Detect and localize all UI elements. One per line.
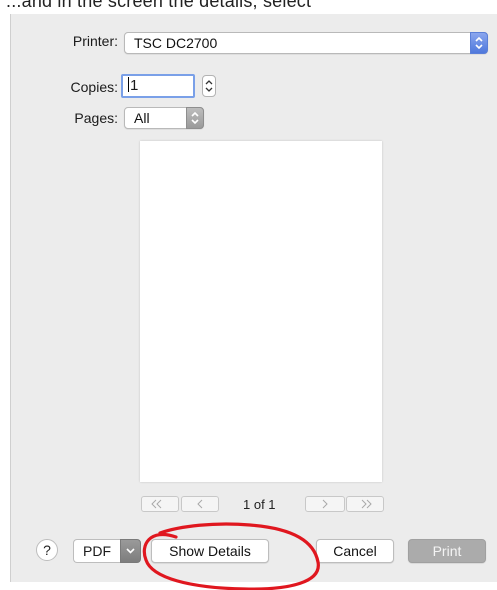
print-button[interactable]: Print <box>408 539 486 563</box>
text-caret <box>128 77 129 92</box>
cancel-button[interactable]: Cancel <box>316 539 394 563</box>
next-page-button[interactable] <box>305 496 345 512</box>
printer-select-arrows-icon <box>470 32 488 54</box>
printer-label: Printer: <box>72 33 118 49</box>
pages-label: Pages: <box>74 110 118 126</box>
copies-stepper[interactable] <box>202 75 216 97</box>
chevron-down-icon <box>126 548 135 554</box>
printer-select[interactable]: TSC DC2700 <box>124 32 488 54</box>
copies-input[interactable]: 1 <box>121 74 195 98</box>
first-page-button[interactable] <box>141 496 179 512</box>
stepper-arrows-icon <box>205 80 213 92</box>
last-page-button[interactable] <box>346 496 384 512</box>
pages-select-arrows-icon <box>186 107 204 129</box>
pdf-button-label: PDF <box>73 539 120 563</box>
pdf-menu-button[interactable]: PDF <box>73 539 141 563</box>
copies-value: 1 <box>130 77 139 94</box>
pages-value: All <box>134 110 150 126</box>
pages-select[interactable]: All <box>124 107 204 129</box>
help-icon: ? <box>43 542 51 558</box>
chevron-right-icon <box>322 499 328 509</box>
double-chevron-right-icon <box>361 499 372 509</box>
bottom-margin <box>0 582 497 590</box>
show-details-button[interactable]: Show Details <box>151 539 269 563</box>
printer-value: TSC DC2700 <box>134 35 218 51</box>
page-indicator: 1 of 1 <box>243 497 276 512</box>
pdf-dropdown-toggle[interactable] <box>120 539 141 563</box>
background-document-strip: ...and in the screen the details, select <box>0 0 497 14</box>
help-button[interactable]: ? <box>36 539 58 561</box>
previous-page-button[interactable] <box>181 496 219 512</box>
double-chevron-left-icon <box>151 499 162 509</box>
background-text: ...and in the screen the details, select <box>6 0 312 11</box>
chevron-left-icon <box>197 499 203 509</box>
copies-label: Copies: <box>70 79 118 95</box>
page-preview <box>140 141 382 482</box>
